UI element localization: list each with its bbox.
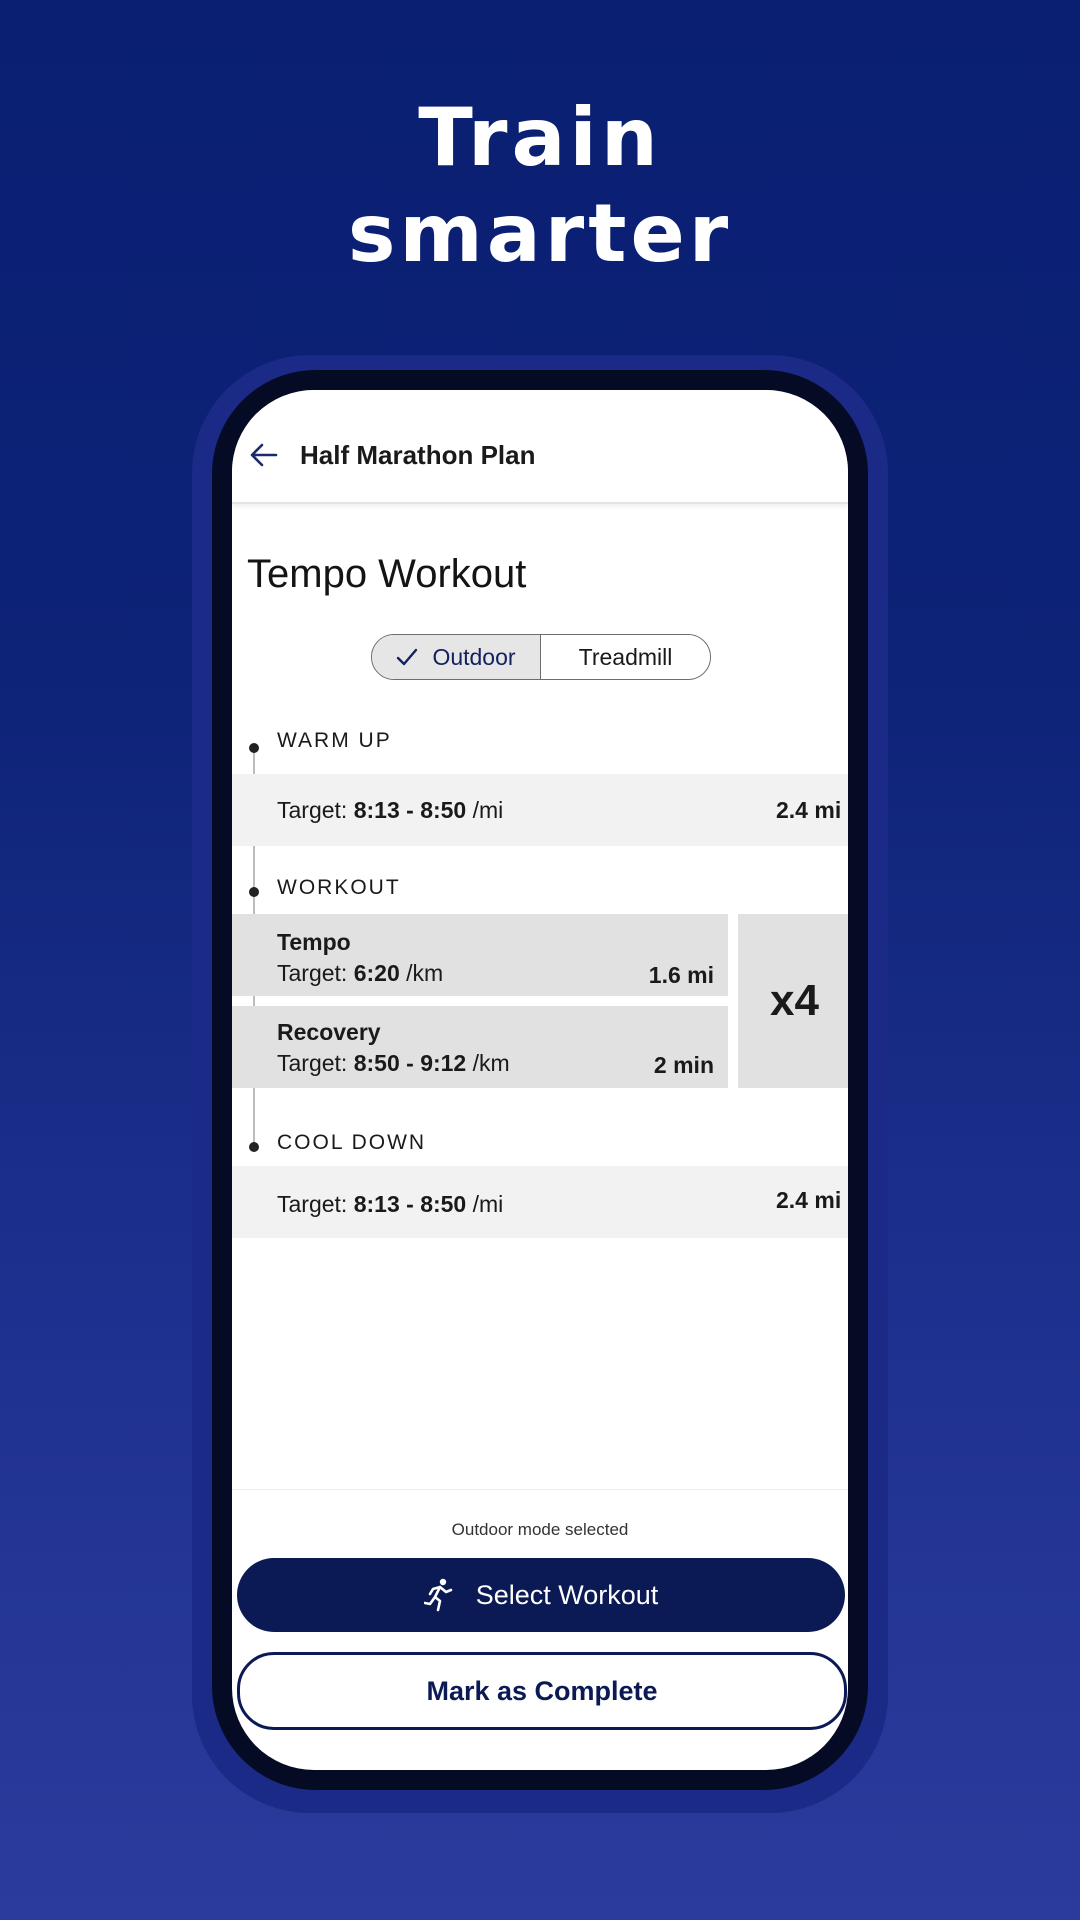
warm-up-distance: 2.4 mi	[776, 797, 842, 823]
app-bar: Half Marathon Plan	[232, 390, 848, 504]
recovery-target: Target: 8:50 - 9:12 /km	[277, 1050, 510, 1076]
tempo-amount: 1.6 mi	[648, 962, 714, 988]
toggle-treadmill-label: Treadmill	[578, 643, 673, 670]
tempo-target: Target: 6:20 /km	[277, 960, 444, 986]
recovery-step-name: Recovery	[277, 1019, 381, 1045]
mode-status-text: Outdoor mode selected	[451, 1520, 629, 1539]
timeline-dot-workout	[249, 887, 259, 897]
workout-step-recovery[interactable]: Recovery Target: 8:50 - 9:12 /km 2 min	[232, 1006, 728, 1088]
cool-down-pace: 8:13 - 8:50	[353, 1191, 467, 1217]
hero-title: Train smarter	[0, 90, 1080, 282]
cool-down-row[interactable]: Target: 8:13 - 8:50 /mi 2.4 mi	[232, 1166, 848, 1238]
cool-down-target: Target: 8:13 - 8:50 /mi	[277, 1191, 504, 1217]
repeat-count: x4	[770, 976, 819, 1025]
warm-up-pace: 8:13 - 8:50	[353, 797, 467, 823]
phone-screen: Half Marathon Plan Tempo Workout Outdoor…	[232, 390, 848, 1770]
mark-as-complete-button[interactable]: Mark as Complete	[237, 1652, 847, 1730]
warm-up-label: WARM UP	[277, 729, 392, 752]
runner-icon	[423, 1578, 453, 1612]
mark-as-complete-label: Mark as Complete	[426, 1675, 658, 1706]
select-workout-label: Select Workout	[475, 1579, 659, 1610]
check-icon	[397, 648, 418, 666]
page-title: Tempo Workout	[247, 552, 527, 596]
workout-step-tempo[interactable]: Tempo Target: 6:20 /km 1.6 mi	[232, 914, 728, 996]
arrow-left-icon[interactable]	[246, 438, 280, 472]
workout-label: WORKOUT	[277, 876, 401, 899]
warm-up-target: Target: 8:13 - 8:50 /mi	[277, 797, 504, 823]
toggle-outdoor[interactable]: Outdoor	[372, 635, 541, 679]
hero-title-line-1: Train	[418, 91, 662, 184]
warm-up-row[interactable]: Target: 8:13 - 8:50 /mi 2.4 mi	[232, 774, 848, 846]
tempo-pace: 6:20	[353, 960, 400, 986]
tempo-step-name: Tempo	[277, 929, 351, 955]
bottom-divider	[232, 1489, 848, 1490]
timeline-dot-warm-up	[249, 743, 259, 753]
hero-title-line-2: smarter	[347, 187, 733, 280]
recovery-amount: 2 min	[653, 1052, 714, 1078]
select-workout-button[interactable]: Select Workout	[237, 1558, 845, 1632]
repeat-box: x4	[738, 914, 848, 1088]
cool-down-distance: 2.4 mi	[776, 1187, 842, 1213]
environment-toggle: Outdoor Treadmill	[371, 634, 711, 680]
timeline-dot-cool-down	[249, 1142, 259, 1152]
recovery-pace: 8:50 - 9:12	[353, 1050, 467, 1076]
toggle-outdoor-label: Outdoor	[432, 643, 516, 670]
toggle-treadmill[interactable]: Treadmill	[541, 635, 710, 679]
app-bar-title: Half Marathon Plan	[300, 440, 536, 470]
cool-down-label: COOL DOWN	[277, 1131, 427, 1154]
